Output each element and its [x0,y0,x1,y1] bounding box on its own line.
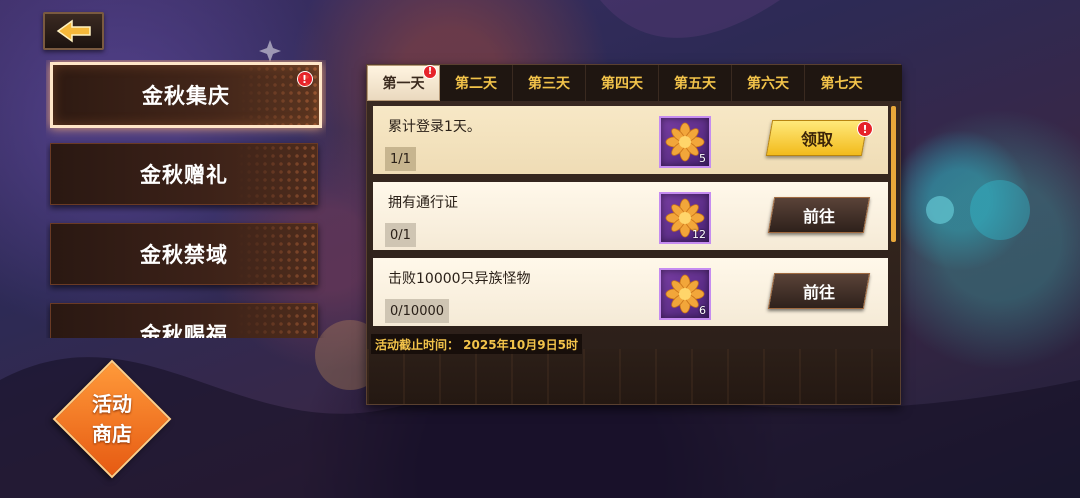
reward-item[interactable]: 6 [659,268,711,320]
task-progress: 0/10000 [385,299,450,323]
task-title: 拥有通行证 [388,195,458,211]
tab-label: 第二天 [455,76,497,92]
tab-day-2[interactable]: 第二天 [440,65,513,101]
alert-mark: ! [862,122,868,136]
reward-count: 5 [699,152,706,165]
sidebar-item-jinqiu-zengli[interactable]: 金秋赠礼 [50,143,318,205]
tab-day-1[interactable]: 第一天 ! [367,65,440,101]
task-progress: 1/1 [385,147,416,171]
task-list: 累计登录1天。 1/1 5 领取 ! 拥有通行证 0/1 12 前往 击败100… [373,106,888,334]
activity-deadline: 活动截止时间： 2025年10月9日5时 [371,334,582,354]
alert-badge: ! [857,121,873,137]
button-label: 领取 [800,130,833,149]
alert-badge: ! [423,65,437,79]
task-list-scrollbar[interactable] [891,106,896,242]
button-label: 前往 [802,207,835,226]
panel-decoration [367,349,900,404]
tab-day-5[interactable]: 第五天 [659,65,732,101]
shop-label-line1: 活动 [92,392,132,416]
tab-label: 第六天 [747,76,789,92]
sidebar-item-label: 金秋集庆 [142,84,230,108]
activity-shop-label[interactable]: 活动 商店 [70,381,154,457]
tab-day-4[interactable]: 第四天 [586,65,659,101]
day-tabs: 第一天 ! 第二天 第三天 第四天 第五天 第六天 第七天 [367,65,902,101]
tab-label: 第一天 [382,76,425,92]
tab-label: 第四天 [601,76,643,92]
alert-mark: ! [301,72,309,86]
tab-label: 第三天 [528,76,570,92]
task-title: 击败10000只异族怪物 [388,271,531,287]
sidebar-item-jinqiu-jinyu[interactable]: 金秋禁域 [50,223,318,285]
reward-count: 6 [699,304,706,317]
reward-count: 12 [692,228,706,241]
tab-day-6[interactable]: 第六天 [732,65,805,101]
back-button[interactable] [43,12,104,50]
task-row: 累计登录1天。 1/1 5 领取 ! [373,106,888,174]
shop-label-line2: 商店 [92,422,132,446]
reward-item[interactable]: 12 [659,192,711,244]
tab-day-3[interactable]: 第三天 [513,65,586,101]
sidebar-item-jinqiu-jiqing[interactable]: 金秋集庆 ! [50,62,322,128]
go-button[interactable]: 前往 [767,197,871,233]
alert-mark: ! [427,66,433,77]
task-progress: 0/1 [385,223,416,247]
button-label: 前往 [802,283,835,302]
sidebar-item-label: 金秋赠礼 [140,163,228,187]
activity-sidebar: 金秋集庆 ! 金秋赠礼 金秋禁域 金秋赐福 [46,60,326,338]
tab-label: 第七天 [820,76,863,92]
task-row: 击败10000只异族怪物 0/10000 6 前往 [373,258,888,326]
sidebar-item-label: 金秋禁域 [140,243,228,267]
go-button[interactable]: 前往 [767,273,871,309]
reward-item[interactable]: 5 [659,116,711,168]
task-row: 拥有通行证 0/1 12 前往 [373,182,888,250]
claim-button[interactable]: 领取 [765,120,869,156]
sidebar-item-label: 金秋赐福 [140,323,228,338]
tab-label: 第五天 [674,76,716,92]
sidebar-item-jinqiu-cifu[interactable]: 金秋赐福 [50,303,318,338]
back-arrow-icon [56,19,91,43]
alert-badge: ! [297,71,313,87]
task-title: 累计登录1天。 [388,119,481,135]
tab-day-7[interactable]: 第七天 [805,65,878,101]
